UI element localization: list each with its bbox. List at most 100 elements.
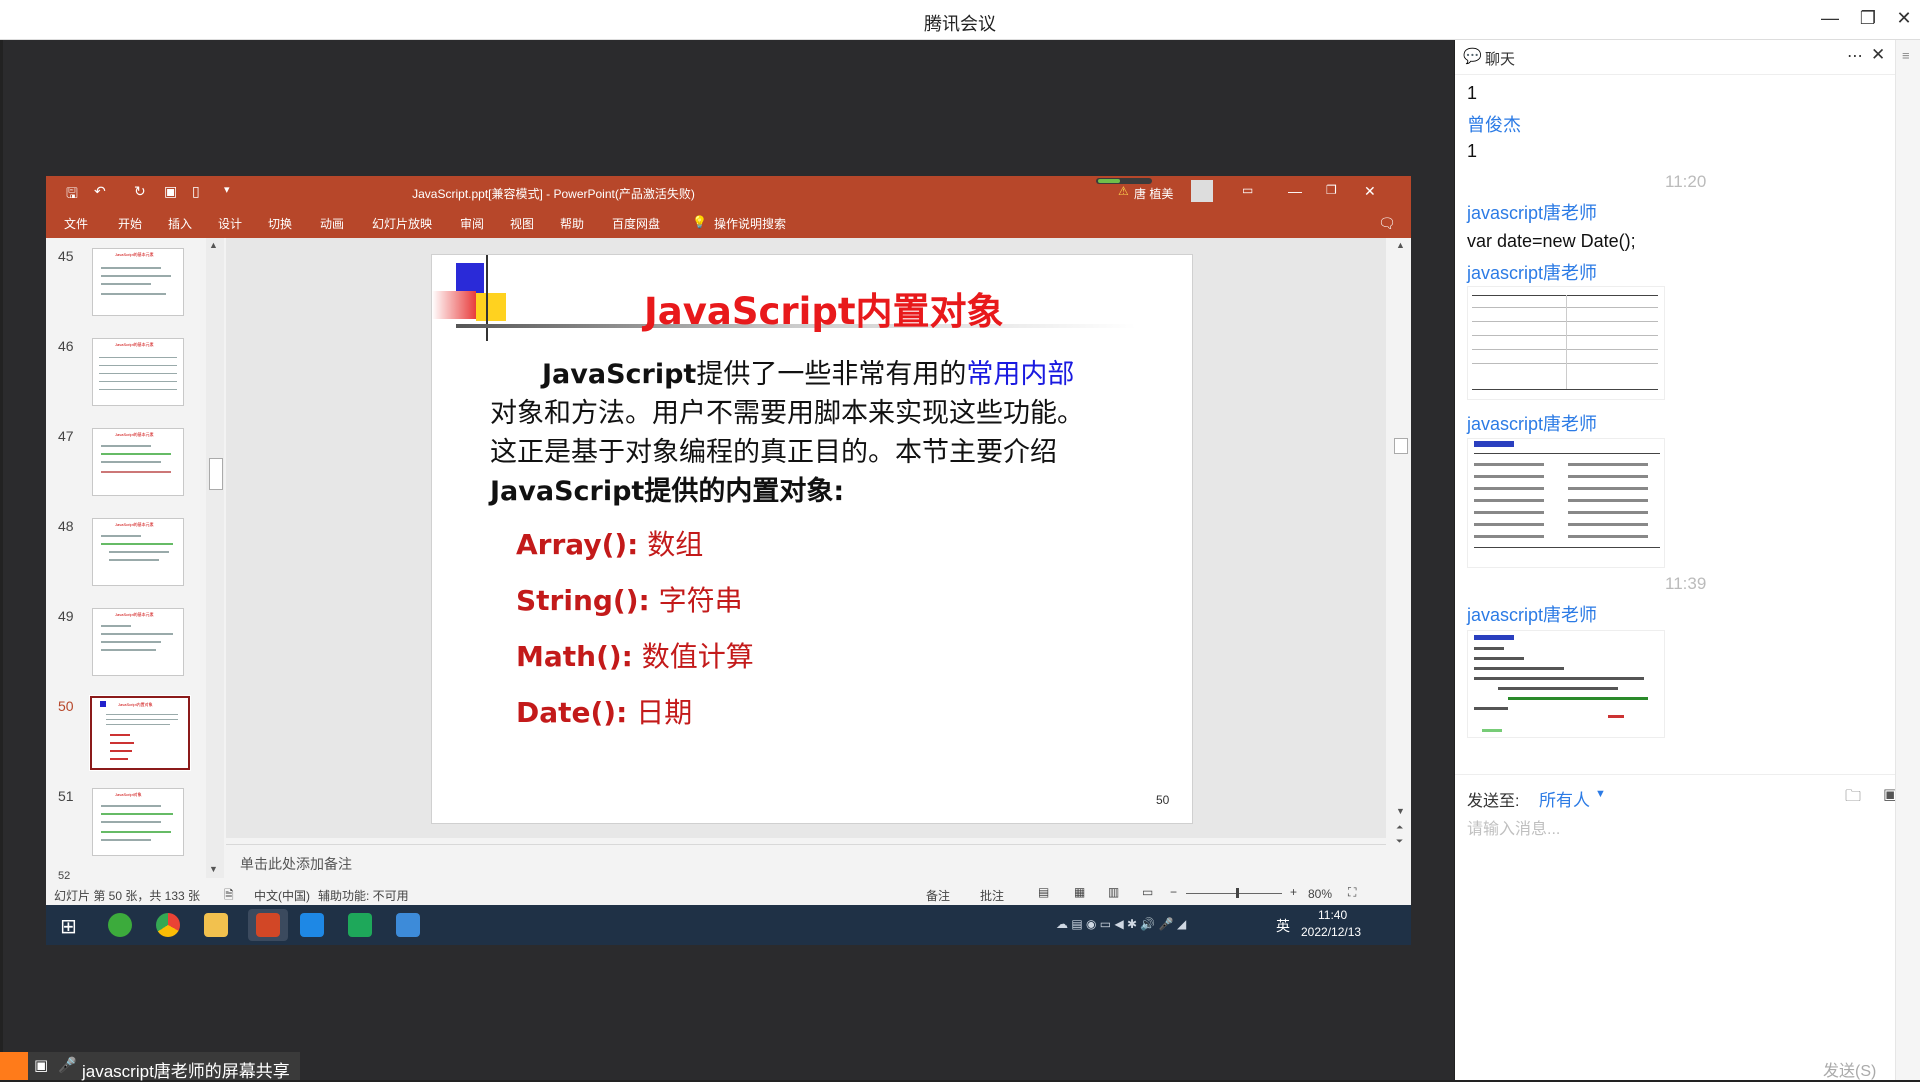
accessibility-status[interactable]: 辅助功能: 不可用 xyxy=(318,887,409,904)
ppt-status-bar: 幻灯片 第 50 张，共 133 张 🗎 中文(中国) 辅助功能: 不可用 备注… xyxy=(46,883,1411,905)
ppt-window-title: JavaScript.ppt[兼容模式] - PowerPoint(产品激活失败… xyxy=(412,187,695,201)
para-highlight: 常用内部 xyxy=(966,359,1075,390)
comments-icon[interactable]: 🗨 xyxy=(1378,215,1396,232)
chat-image-code[interactable] xyxy=(1467,630,1665,738)
para-line-3: 这正是基于对象编程的真正目的。本节主要介绍 xyxy=(490,437,1057,468)
thumbnail-scroll-thumb[interactable] xyxy=(209,458,223,490)
chat-title: 聊天 xyxy=(1485,51,1516,68)
tray-icons[interactable]: ☁ ▤ ◉ ▭ ◀ ✱ 🔊 🎤 ◢ xyxy=(1056,917,1186,931)
next-slide-icon[interactable]: ⏷ xyxy=(1396,836,1403,847)
scroll-up-icon[interactable]: ▲ xyxy=(209,240,218,250)
minimize-icon[interactable]: — xyxy=(1818,8,1842,29)
tab-insert[interactable]: 插入 xyxy=(168,215,192,232)
warning-icon: ⚠ xyxy=(1118,184,1129,198)
clock-time[interactable]: 11:40 xyxy=(1318,908,1347,922)
slide-thumbnail-49[interactable]: JavaScript的基本元素 xyxy=(92,608,184,676)
notes-toggle[interactable]: 备注 xyxy=(926,887,950,904)
ppt-close-icon[interactable]: ✕ xyxy=(1364,183,1376,200)
zoom-level[interactable]: 80% xyxy=(1308,887,1332,901)
zoom-out-icon[interactable]: − xyxy=(1170,885,1177,899)
fit-slide-icon[interactable]: ⛶ xyxy=(1348,885,1356,900)
screen-share-indicator: ▣ 🎤 javascript唐老师的屏幕共享 xyxy=(0,1052,300,1081)
scroll-down-icon[interactable]: ▼ xyxy=(1396,806,1405,816)
slide-thumbnails-pane: 45 JavaScript的基本元素 46 JavaScript的基本元素 47… xyxy=(46,238,224,882)
chrome-icon[interactable] xyxy=(156,913,180,937)
slide-sorter-icon[interactable]: ▦ xyxy=(1074,885,1085,899)
scroll-down-icon[interactable]: ▼ xyxy=(209,864,218,874)
close-icon[interactable]: ✕ xyxy=(1892,8,1916,29)
slide-title: JavaScript内置对象 xyxy=(644,290,1004,333)
tell-me-search[interactable]: 操作说明搜索 xyxy=(714,215,786,232)
item-name: String(): xyxy=(516,584,650,617)
menu-icon[interactable]: ≡ xyxy=(1902,48,1910,63)
slide-thumbnail-48[interactable]: JavaScript的基本元素 xyxy=(92,518,184,586)
deco-yellow-square xyxy=(476,293,506,321)
tab-transitions[interactable]: 切换 xyxy=(268,215,292,232)
zoom-slider-thumb[interactable] xyxy=(1236,888,1239,898)
deco-vertical-line xyxy=(486,255,488,341)
tab-help[interactable]: 帮助 xyxy=(560,215,584,232)
comments-toggle[interactable]: 批注 xyxy=(980,887,1004,904)
chat-image-table[interactable] xyxy=(1467,286,1665,400)
windows-start-icon[interactable]: ⊞ xyxy=(60,914,77,939)
slideshow-view-icon[interactable]: ▭ xyxy=(1142,885,1153,899)
tab-review[interactable]: 审阅 xyxy=(460,215,484,232)
photos-icon[interactable] xyxy=(396,913,420,937)
slide-thumbnail-51[interactable]: JavaScript对象 xyxy=(92,788,184,856)
slide-thumbnail-47[interactable]: JavaScript的基本元素 xyxy=(92,428,184,496)
more-options-icon[interactable]: ⋯ xyxy=(1847,46,1863,66)
send-button[interactable]: 发送(S) xyxy=(1823,1057,1876,1081)
para-text-4: 提供的内置对象: xyxy=(644,476,845,507)
spellcheck-icon[interactable]: 🗎 xyxy=(224,886,234,907)
message-input[interactable]: 请输入消息... xyxy=(1467,815,1560,839)
thumb-number: 51 xyxy=(58,788,74,804)
ppt-minimize-icon[interactable]: — xyxy=(1288,183,1302,199)
zoom-slider[interactable] xyxy=(1186,893,1282,894)
thumb-number: 52 xyxy=(58,870,71,882)
slide-thumbnail-45[interactable]: JavaScript的基本元素 xyxy=(92,248,184,316)
tab-slideshow[interactable]: 幻灯片放映 xyxy=(372,215,432,232)
normal-view-icon[interactable]: ▤ xyxy=(1038,885,1049,899)
ppt-restore-icon[interactable]: ❐ xyxy=(1326,183,1337,197)
slide-thumbnail-50[interactable]: JavaScript内置对象 xyxy=(89,695,191,771)
file-explorer-icon[interactable] xyxy=(204,913,228,937)
tencent-meeting-icon[interactable] xyxy=(300,913,324,937)
avatar[interactable] xyxy=(1191,180,1213,202)
restore-icon[interactable]: ❐ xyxy=(1856,8,1880,29)
chevron-down-icon[interactable]: ▼ xyxy=(1595,788,1606,800)
chat-timestamp: 11:20 xyxy=(1665,172,1707,191)
chat-image-table-2[interactable] xyxy=(1467,438,1665,568)
reading-view-icon[interactable]: ▥ xyxy=(1108,885,1119,899)
recipient-select[interactable]: 所有人 xyxy=(1539,786,1590,811)
current-slide[interactable]: JavaScript内置对象 JavaScript提供了一些非常有用的常用内部 … xyxy=(431,254,1193,824)
zoom-in-icon[interactable]: + xyxy=(1290,885,1297,899)
tab-view[interactable]: 视图 xyxy=(510,215,534,232)
ime-indicator[interactable]: 英 xyxy=(1276,916,1290,936)
notes-pane[interactable]: 单击此处添加备注 xyxy=(226,844,1386,877)
hbuilder-icon[interactable] xyxy=(348,913,372,937)
thumb-title: JavaScript的基本元素 xyxy=(115,342,154,347)
prev-slide-icon[interactable]: ⏶ xyxy=(1396,822,1403,833)
slide-scrollbar[interactable]: ▲ ▼ ⏶ ⏷ xyxy=(1391,238,1411,878)
user-icon xyxy=(0,1052,28,1080)
tab-file[interactable]: 文件 xyxy=(64,215,88,232)
file-icon[interactable]: 🗀 xyxy=(1845,785,1861,812)
language-indicator[interactable]: 中文(中国) xyxy=(254,887,310,904)
scroll-up-icon[interactable]: ▲ xyxy=(1396,240,1405,250)
slide-scroll-thumb[interactable] xyxy=(1394,438,1408,454)
tab-home[interactable]: 开始 xyxy=(118,215,142,232)
thumb-number: 49 xyxy=(58,608,74,624)
powerpoint-task-icon[interactable] xyxy=(248,909,288,941)
tab-animations[interactable]: 动画 xyxy=(320,215,344,232)
ribbon-display-icon[interactable]: ▭ xyxy=(1242,183,1253,197)
close-chat-icon[interactable]: ✕ xyxy=(1871,45,1885,65)
chat-sender: javascript唐老师 xyxy=(1467,414,1598,434)
clock-date[interactable]: 2022/12/13 xyxy=(1301,925,1361,939)
tab-design[interactable]: 设计 xyxy=(218,215,242,232)
slide-thumbnail-46[interactable]: JavaScript的基本元素 xyxy=(92,338,184,406)
chat-message: 1 xyxy=(1467,141,1478,161)
item-desc: 数值计算 xyxy=(632,640,754,673)
thumbnail-scrollbar[interactable]: ▲ ▼ xyxy=(206,238,224,878)
tab-baidu-netdisk[interactable]: 百度网盘 xyxy=(612,215,660,232)
browser-360-icon[interactable] xyxy=(108,913,132,937)
